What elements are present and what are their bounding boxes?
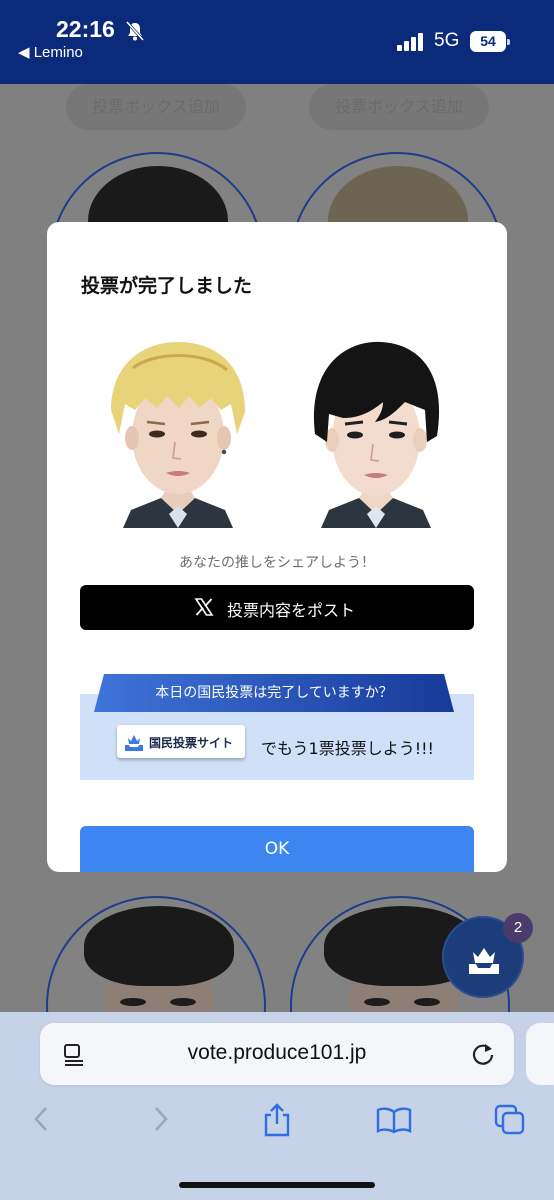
battery-level: 54 — [480, 33, 496, 49]
crown-ballot-icon — [469, 948, 499, 974]
network-type: 5G — [434, 30, 460, 51]
notification-badge: 2 — [503, 913, 533, 943]
home-indicator — [179, 1182, 375, 1188]
silent-bell-icon — [125, 21, 145, 41]
post-vote-button[interactable]: 投票内容をポスト — [80, 585, 474, 630]
next-tab-preview[interactable] — [526, 1023, 554, 1085]
trainee-portrait-darkhair — [313, 341, 440, 528]
trainee-card[interactable] — [46, 896, 266, 1014]
vote-complete-dialog: 投票が完了しました あなたの推しをシェアしよう！ 投票内容をポスト 本日の国民投… — [47, 222, 507, 872]
promo-tail-text: でもう1票投票しよう!!! — [261, 739, 434, 758]
reload-icon[interactable] — [470, 1041, 496, 1067]
add-vote-box-button[interactable]: 投票ボックス追加 — [309, 84, 489, 130]
signal-icon — [397, 33, 425, 51]
bookmarks-icon[interactable] — [376, 1106, 412, 1134]
browser-toolbar: vote.produce101.jp — [0, 1012, 554, 1200]
back-to-app-link[interactable]: ◀ Lemino — [18, 43, 83, 61]
tabs-icon[interactable] — [494, 1104, 526, 1136]
forward-icon[interactable] — [150, 1104, 172, 1134]
crown-ballot-icon — [125, 735, 143, 751]
back-icon[interactable] — [30, 1104, 52, 1134]
battery-icon: 54 — [470, 31, 510, 52]
address-bar[interactable]: vote.produce101.jp — [40, 1023, 514, 1085]
site-button-label: 国民投票サイト — [149, 736, 234, 750]
status-time: 22:16 — [56, 16, 115, 42]
national-vote-site-button[interactable]: 国民投票サイト — [117, 725, 245, 758]
status-bar: 22:16 ◀ Lemino 5G 54 — [0, 0, 554, 84]
share-icon[interactable] — [262, 1102, 292, 1138]
share-prompt: あなたの推しをシェアしよう！ — [179, 555, 375, 571]
url-text: vote.produce101.jp — [187, 1041, 367, 1064]
promo-banner-text: 本日の国民投票は完了していますか？ — [155, 685, 393, 701]
add-vote-box-button[interactable]: 投票ボックス追加 — [66, 84, 246, 130]
ok-button[interactable]: OK — [80, 826, 474, 872]
trainee-portrait-blonde — [111, 342, 245, 528]
dialog-title: 投票が完了しました — [81, 275, 253, 297]
x-logo-icon — [194, 598, 214, 616]
post-vote-label: 投票内容をポスト — [227, 601, 356, 620]
